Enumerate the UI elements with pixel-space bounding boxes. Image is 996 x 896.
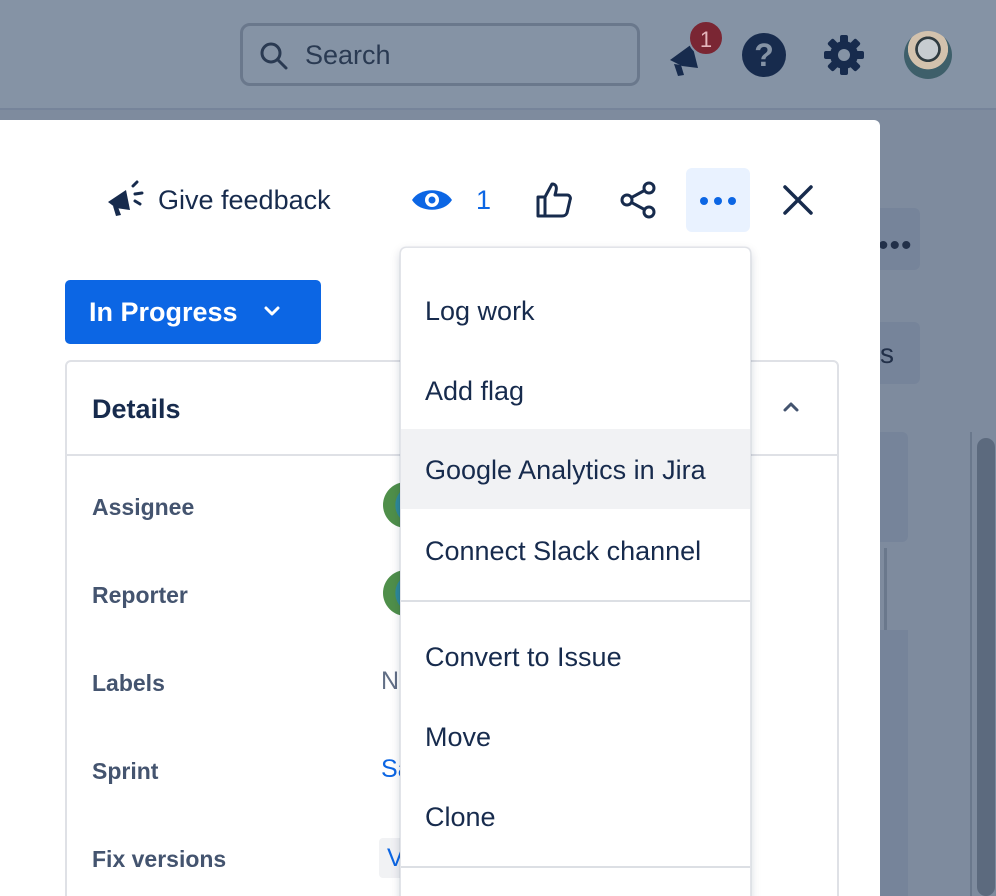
background-column xyxy=(878,630,908,896)
share-icon[interactable] xyxy=(618,180,658,220)
search-icon xyxy=(260,42,288,70)
status-label: In Progress xyxy=(89,297,238,327)
sprint-label: Sprint xyxy=(92,758,159,784)
menu-item-add-flag[interactable]: Add flag xyxy=(401,350,750,430)
search-placeholder: Search xyxy=(305,40,391,70)
menu-item-move[interactable]: Move xyxy=(401,696,750,776)
background-scroll-track xyxy=(970,432,972,896)
background-divider xyxy=(884,548,887,634)
menu-item-log-work[interactable]: Log work xyxy=(401,270,750,350)
details-title: Details xyxy=(92,394,181,424)
menu-divider xyxy=(401,600,750,602)
watch-count: 1 xyxy=(476,184,492,215)
more-actions-button[interactable] xyxy=(686,168,750,232)
give-feedback-button[interactable]: Give feedback xyxy=(104,180,331,220)
gear-icon[interactable] xyxy=(822,33,866,77)
more-actions-menu: Log work Add flag Google Analytics in Ji… xyxy=(400,247,751,896)
assignee-label: Assignee xyxy=(92,494,195,520)
labels-value[interactable]: N xyxy=(381,667,399,696)
avatar[interactable] xyxy=(904,31,952,79)
close-icon[interactable] xyxy=(780,182,816,218)
give-feedback-label: Give feedback xyxy=(158,184,331,215)
top-navigation: Search 1 ? xyxy=(0,0,996,110)
menu-item-connect-slack[interactable]: Connect Slack channel xyxy=(401,510,750,590)
thumbs-up-icon[interactable] xyxy=(534,180,574,220)
watch-button[interactable]: 1 xyxy=(410,180,491,220)
search-input[interactable]: Search xyxy=(240,23,640,86)
megaphone-icon xyxy=(108,180,144,216)
help-icon[interactable]: ? xyxy=(742,33,786,77)
chevron-down-icon xyxy=(264,306,280,316)
reporter-label: Reporter xyxy=(92,582,188,608)
background-card xyxy=(878,432,908,542)
menu-divider xyxy=(401,866,750,868)
menu-item-clone[interactable]: Clone xyxy=(401,776,750,856)
status-dropdown-button[interactable]: In Progress xyxy=(65,280,321,344)
fix-versions-label: Fix versions xyxy=(92,846,227,872)
notification-badge: 1 xyxy=(688,20,724,56)
chevron-up-icon[interactable] xyxy=(781,400,801,414)
menu-item-convert-to-issue[interactable]: Convert to Issue xyxy=(401,616,750,696)
scrollbar[interactable] xyxy=(977,438,995,896)
menu-item-google-analytics[interactable]: Google Analytics in Jira xyxy=(401,429,750,509)
labels-label: Labels xyxy=(92,670,165,696)
eye-icon xyxy=(412,190,452,210)
